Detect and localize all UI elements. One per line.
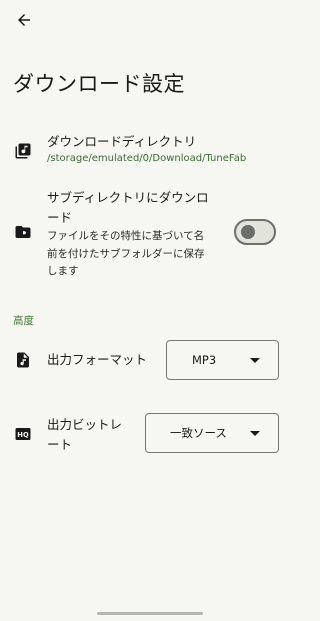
- output-format-label: 出力フォーマット: [47, 352, 148, 367]
- subdirectory-title-line1: サブディレクトリにダウンロ: [47, 190, 209, 205]
- output-bitrate-dropdown[interactable]: 一致ソース: [145, 413, 279, 453]
- library-music-icon: [15, 143, 31, 159]
- svg-text:HQ: HQ: [17, 431, 29, 439]
- subdirectory-desc-line3: します: [47, 265, 79, 277]
- toggle-knob: [241, 225, 255, 239]
- subdirectory-toggle[interactable]: [234, 219, 276, 245]
- download-directory-path: /storage/emulated/0/Download/TuneFab: [47, 153, 247, 164]
- output-format-dropdown[interactable]: MP3: [166, 340, 279, 380]
- home-indicator[interactable]: [97, 612, 203, 615]
- dropdown-arrow-icon: [250, 358, 260, 363]
- output-bitrate-value: 一致ソース: [170, 426, 227, 440]
- output-bitrate-label-line1: 出力ビットレ: [47, 417, 123, 432]
- output-format-value: MP3: [192, 353, 217, 367]
- hq-icon: HQ: [15, 428, 31, 440]
- download-directory-title: ダウンロードディレクトリ: [47, 134, 197, 149]
- back-button[interactable]: [12, 8, 36, 32]
- dropdown-arrow-icon: [250, 431, 260, 436]
- subdirectory-desc-line1: ファイルをその特性に基づいて名: [47, 230, 205, 242]
- music-file-icon: [17, 352, 29, 368]
- output-bitrate-label-line2: ート: [47, 437, 73, 452]
- advanced-section-label: 高度: [13, 315, 34, 327]
- page-title: ダウンロード設定: [13, 72, 185, 96]
- arrow-left-icon: [18, 14, 30, 26]
- folder-icon: [15, 226, 31, 238]
